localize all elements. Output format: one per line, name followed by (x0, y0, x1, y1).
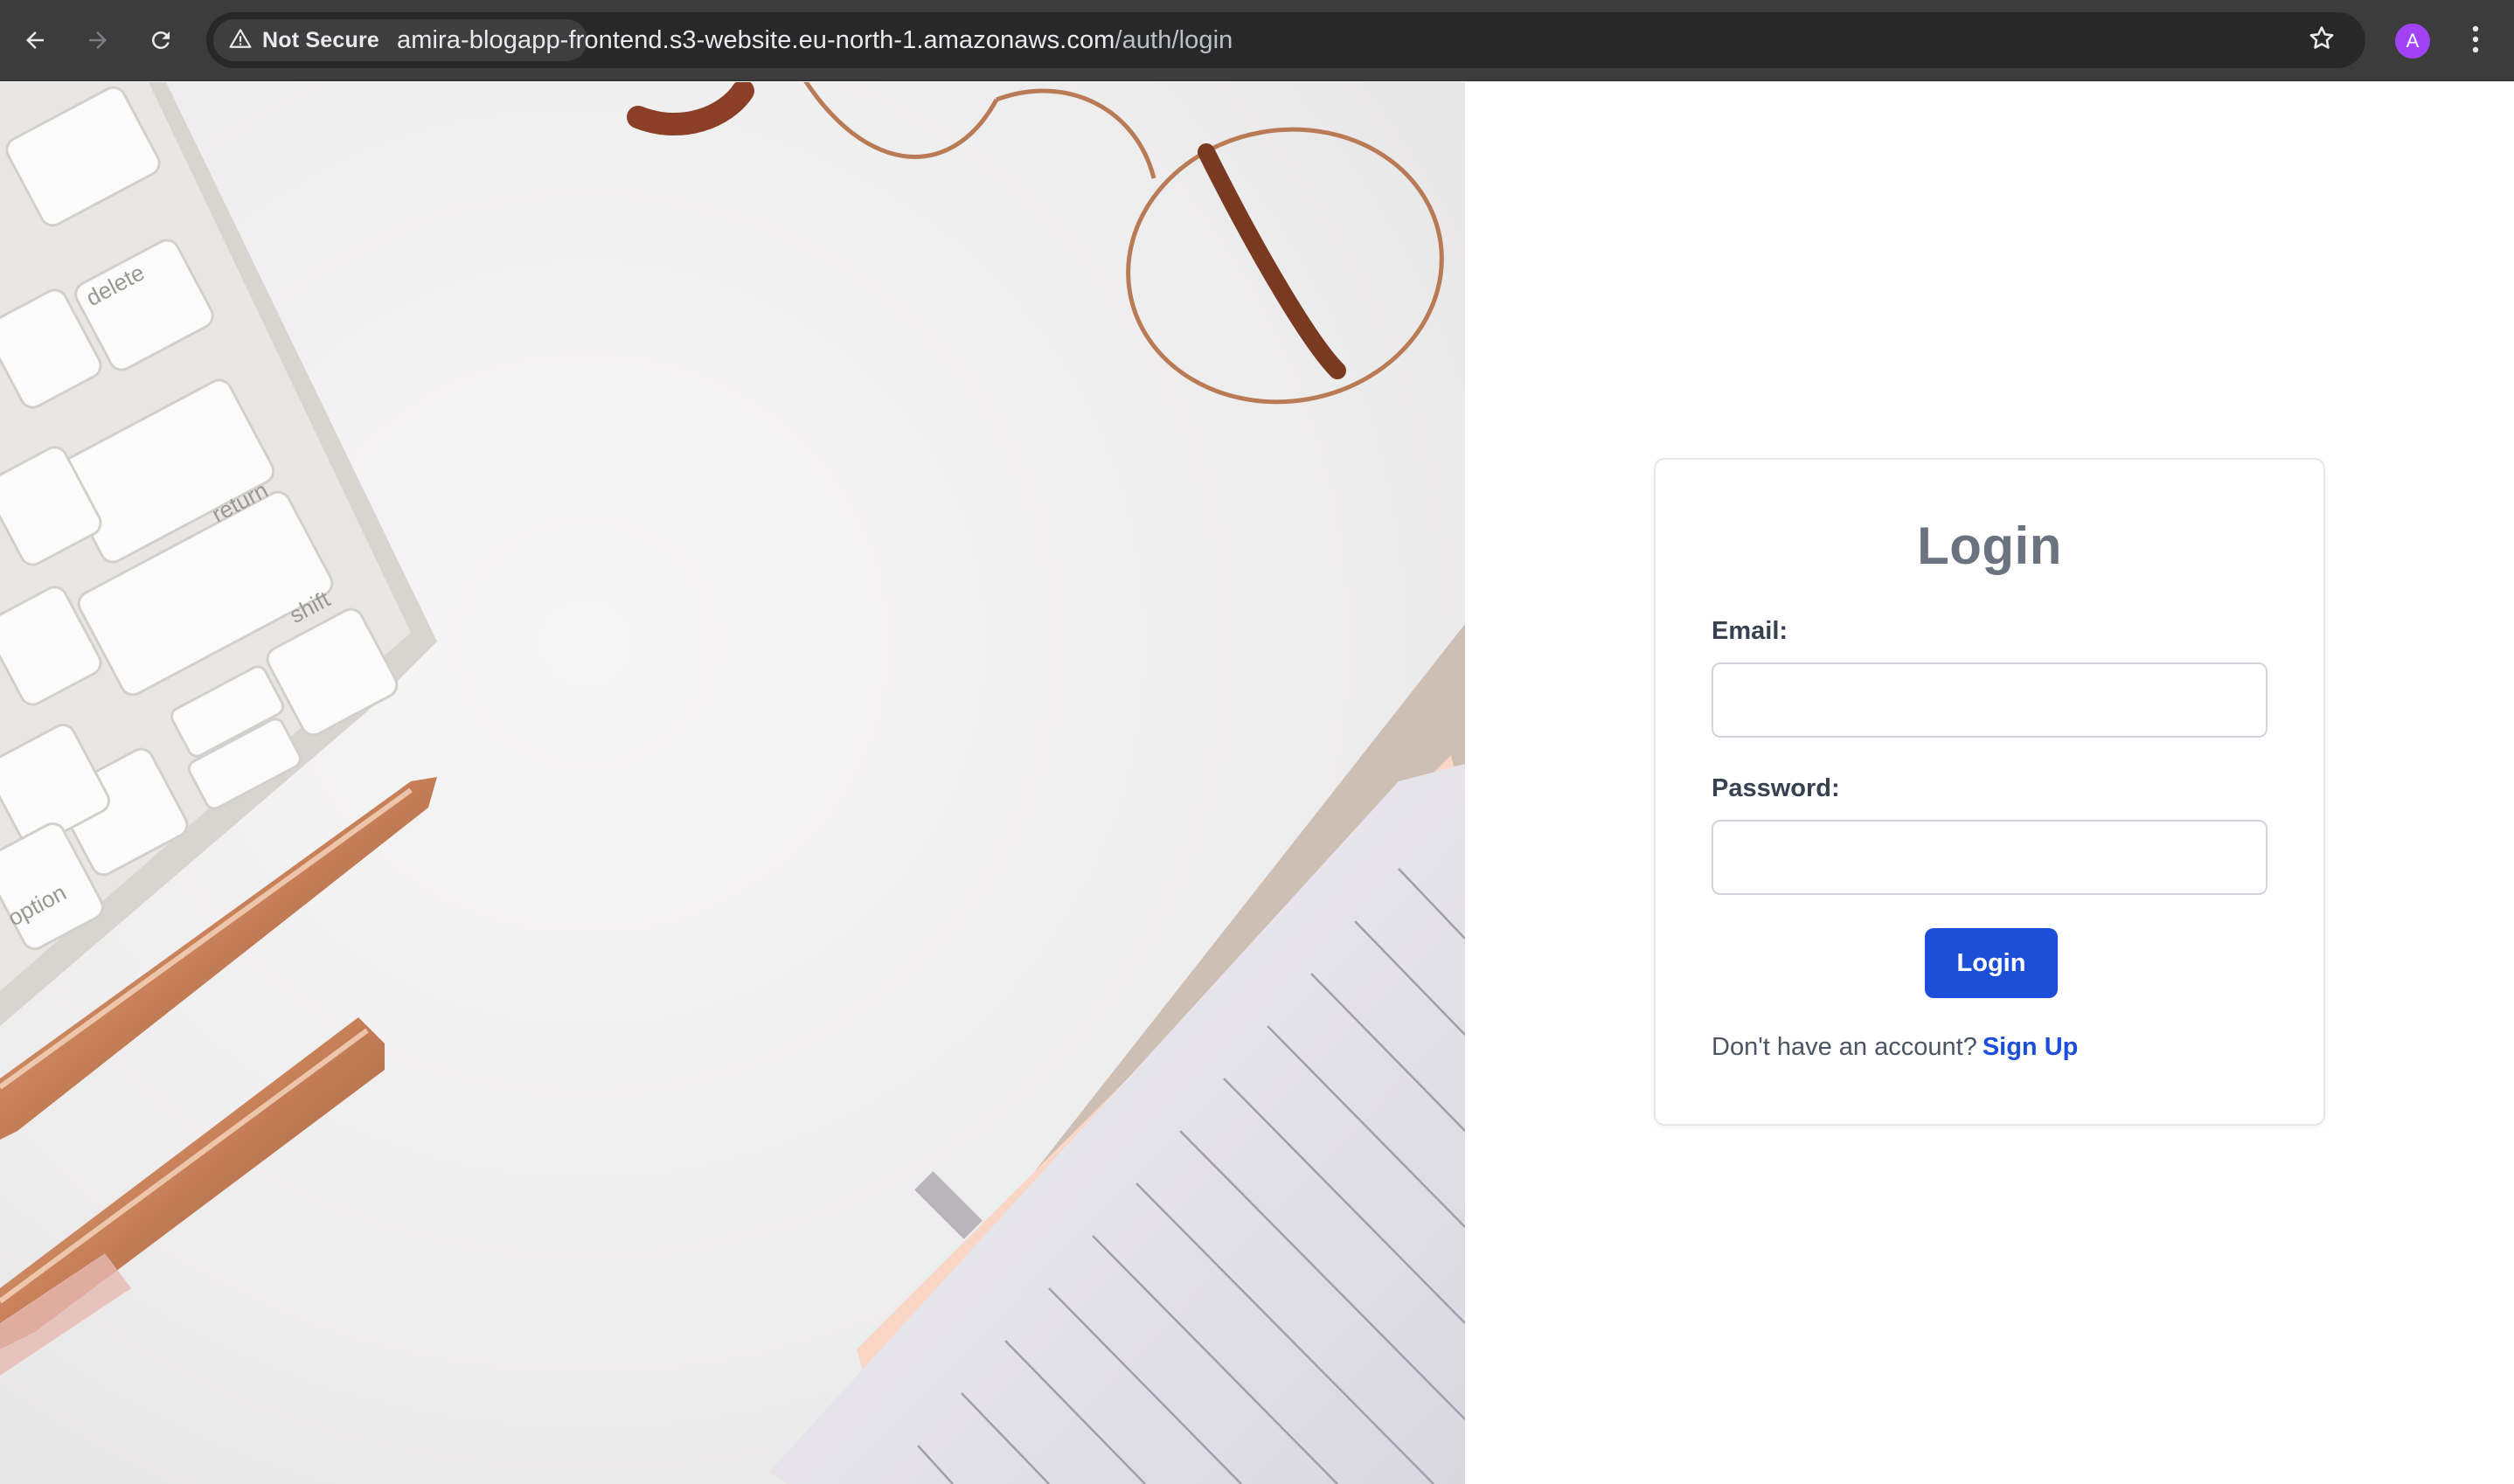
desk-photo-illustration: delete return shift option (0, 82, 1465, 1484)
signup-prompt: Don't have an account? (1712, 1033, 1977, 1061)
url-path: /auth/login (1115, 26, 1233, 54)
forward-arrow-icon (85, 27, 111, 53)
email-label: Email: (1712, 617, 1788, 645)
forward-button[interactable] (75, 17, 121, 63)
more-menu-icon (2471, 24, 2480, 59)
bookmark-star-icon (2307, 24, 2337, 58)
login-card: Login Email: Password: Login Don't have … (1654, 458, 2325, 1126)
url-host: amira-blogapp-frontend.s3-website.eu-nor… (397, 26, 1115, 54)
login-title: Login (1917, 517, 2062, 575)
password-field[interactable] (1712, 820, 2267, 895)
reload-button[interactable] (138, 17, 184, 63)
hero-image: delete return shift option (0, 82, 1465, 1484)
browser-toolbar: Not Secure amira-blogapp-frontend.s3-web… (0, 0, 2514, 81)
browser-menu-button[interactable] (2458, 19, 2493, 63)
signup-prompt-line: Don't have an account? Sign Up (1712, 1033, 2078, 1062)
address-bar[interactable]: Not Secure amira-blogapp-frontend.s3-web… (206, 12, 2365, 68)
back-arrow-icon (22, 27, 48, 53)
back-button[interactable] (12, 17, 58, 63)
security-label: Not Secure (262, 27, 379, 52)
url-text[interactable]: amira-blogapp-frontend.s3-website.eu-nor… (397, 12, 1233, 68)
keyboard-graphic: delete return shift option (0, 82, 437, 1026)
notebook-graphic (769, 624, 1465, 1484)
bookmark-button[interactable] (2302, 21, 2341, 59)
reload-icon (148, 27, 174, 53)
email-field[interactable] (1712, 662, 2267, 738)
glasses-graphic (627, 82, 1444, 405)
warning-triangle-icon (229, 27, 252, 54)
profile-avatar[interactable]: A (2395, 24, 2430, 59)
login-button[interactable]: Login (1925, 928, 2058, 998)
password-label: Password: (1712, 774, 1840, 802)
signup-link[interactable]: Sign Up (1983, 1033, 2079, 1061)
